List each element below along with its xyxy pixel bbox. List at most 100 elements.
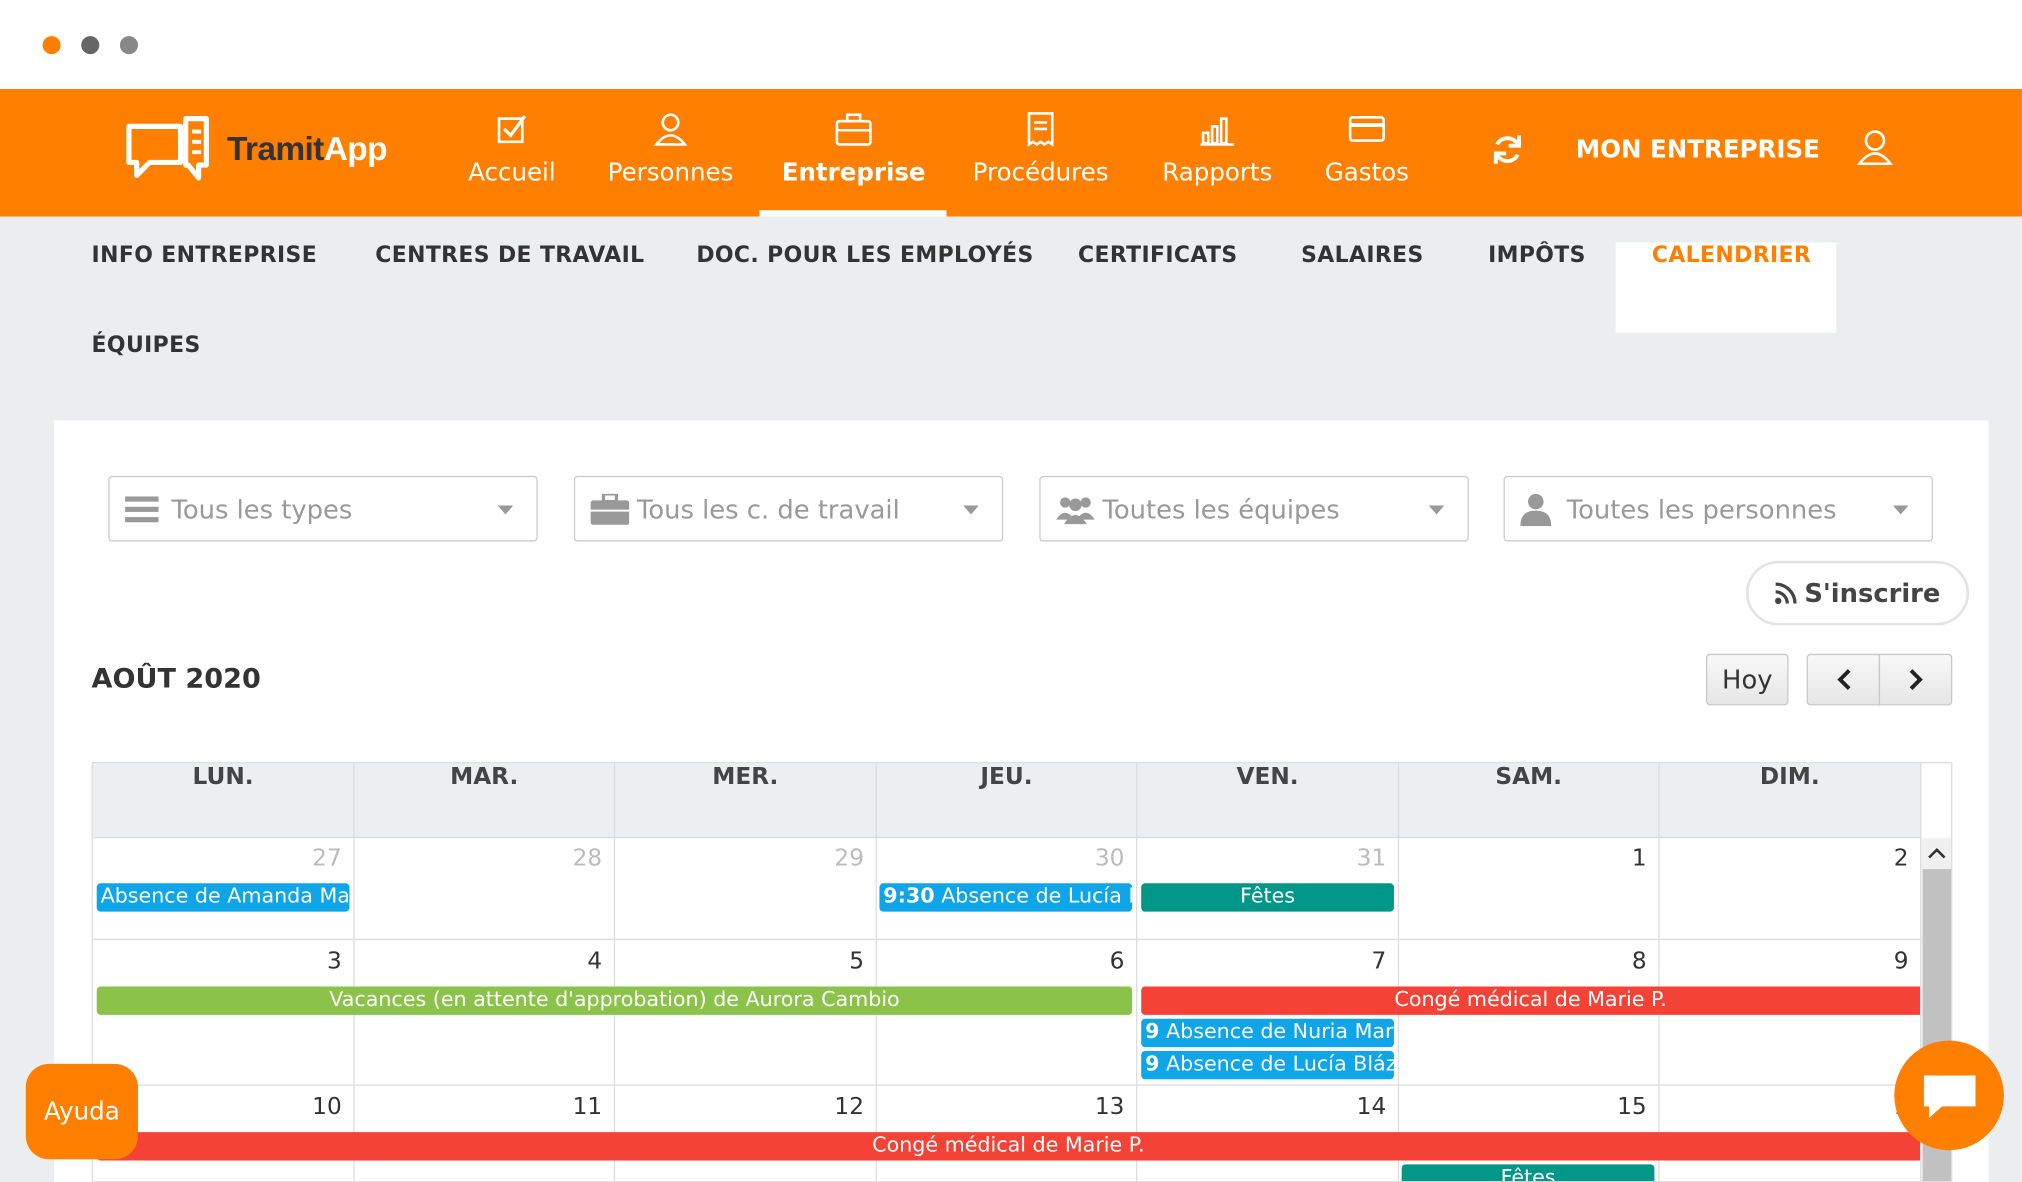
filter-value: Toutes les équipes	[1102, 493, 1340, 525]
type-filter-select[interactable]: Tous les types	[108, 475, 538, 542]
weekday-label: LUN.	[93, 763, 355, 839]
event-title: Absence de Nuria Marí	[1166, 1018, 1394, 1044]
day-number[interactable]: 1	[1569, 845, 1647, 872]
day-number[interactable]: 10	[264, 1093, 342, 1120]
refresh-icon[interactable]	[1489, 132, 1525, 173]
day-number[interactable]: 31	[1309, 845, 1387, 872]
day-number[interactable]: 9	[1831, 948, 1909, 975]
event-title: Congé médical de Marie P.	[1394, 986, 1667, 1011]
bar-chart-icon	[1199, 107, 1235, 151]
chevron-down-icon	[497, 505, 514, 515]
calendar-event[interactable]: 9 Absence de Nuria Marí	[1141, 1018, 1394, 1048]
brand-name: TramitApp	[227, 129, 388, 169]
nav-label: Personnes	[607, 158, 734, 187]
nav-gastos[interactable]: Gastos	[1315, 107, 1418, 217]
user-account-icon[interactable]	[1856, 128, 1893, 172]
chevron-down-icon	[1892, 505, 1909, 515]
weekday-header: LUN. MAR. MER. JEU. VEN. SAM. DIM.	[92, 763, 1922, 839]
month-calendar-grid: LUN. MAR. MER. JEU. VEN. SAM. DIM. 27 28…	[91, 762, 1953, 1182]
tab-salaires[interactable]: SALAIRES	[1301, 242, 1424, 332]
team-filter-select[interactable]: Toutes les équipes	[1039, 475, 1469, 542]
event-time: 9	[1145, 1018, 1160, 1044]
app-window: TramitApp Accueil Personnes Entreprise P…	[0, 0, 2022, 1182]
prev-month-button[interactable]	[1806, 653, 1881, 706]
chevron-right-icon	[1909, 669, 1923, 690]
chevron-down-icon	[963, 505, 979, 515]
nav-procedures[interactable]: Procédures	[963, 107, 1118, 217]
nav-label: Entreprise	[781, 158, 926, 187]
filter-value: Toutes les personnes	[1566, 493, 1837, 525]
nav-label: Procédures	[972, 158, 1109, 187]
person-icon	[1520, 492, 1559, 526]
grid-line	[1136, 838, 1138, 1182]
today-button[interactable]: Hoy	[1706, 653, 1789, 706]
day-number[interactable]: 13	[1047, 1093, 1125, 1120]
day-number[interactable]: 30	[1047, 845, 1125, 872]
tab-centres-de-travail[interactable]: CENTRES DE TRAVAIL	[375, 242, 644, 332]
tab-calendrier[interactable]: CALENDRIER	[1615, 242, 1837, 333]
nav-rapports[interactable]: Rapports	[1152, 107, 1284, 217]
subscribe-button[interactable]: S'inscrire	[1745, 560, 1970, 626]
window-dot-maximize[interactable]	[119, 36, 138, 55]
calendar-event[interactable]: Fêtes	[1401, 1164, 1655, 1182]
chat-icon	[1923, 1074, 1975, 1118]
weekday-label: MER.	[615, 763, 877, 839]
calendar-event[interactable]: Congé médical de Marie P.	[96, 1132, 1921, 1161]
day-number[interactable]: 6	[1047, 948, 1125, 975]
event-title: Absence de Lucía Bláz	[1166, 1050, 1394, 1076]
day-number[interactable]: 27	[264, 845, 342, 872]
group-icon	[1056, 492, 1095, 526]
day-number[interactable]: 28	[525, 845, 603, 872]
chevron-left-icon	[1836, 669, 1850, 690]
briefcase-icon	[590, 493, 630, 525]
day-number[interactable]: 11	[525, 1093, 603, 1120]
day-number[interactable]: 29	[787, 845, 864, 872]
event-title: Fêtes	[1500, 1164, 1556, 1182]
help-button[interactable]: Ayuda	[25, 1063, 138, 1160]
tab-info-entreprise[interactable]: INFO ENTREPRISE	[92, 242, 318, 332]
day-number[interactable]: 7	[1309, 948, 1386, 975]
subscribe-label: S'inscrire	[1804, 577, 1941, 609]
company-menu[interactable]: MON ENTREPRISE	[1576, 135, 1820, 163]
checkbox-icon	[495, 107, 529, 151]
nav-accueil[interactable]: Accueil	[454, 107, 570, 217]
grid-line	[92, 1084, 1922, 1086]
next-month-button[interactable]	[1878, 653, 1953, 706]
tab-certificats[interactable]: CERTIFICATS	[1078, 242, 1238, 332]
event-time: 9	[1145, 1050, 1160, 1076]
calendar-event[interactable]: Fêtes	[1141, 883, 1394, 912]
calendar-event[interactable]: Vacances (en attente d'approbation) de A…	[96, 986, 1133, 1015]
calendar-event[interactable]: 9:30 Absence de Lucía Bl	[879, 883, 1133, 912]
nav-personnes[interactable]: Personnes	[600, 107, 742, 217]
window-dot-minimize[interactable]	[81, 36, 100, 55]
grid-line	[92, 938, 1922, 941]
calendar-event[interactable]: 9 Absence de Lucía Bláz	[1141, 1050, 1394, 1080]
day-number[interactable]: 8	[1569, 948, 1647, 975]
tab-doc-employes[interactable]: DOC. POUR LES EMPLOYÉS	[696, 242, 1033, 332]
chevron-up-icon[interactable]	[1921, 841, 1952, 867]
day-number[interactable]: 2	[1831, 845, 1909, 872]
event-title: Absence de Lucía Bl	[941, 883, 1133, 908]
calendar-event[interactable]: Congé médical de Marie P.	[1141, 986, 1921, 1015]
briefcase-icon	[834, 107, 873, 151]
event-title: Fêtes	[1240, 883, 1296, 908]
day-number[interactable]: 4	[525, 948, 602, 975]
tab-impots[interactable]: IMPÔTS	[1488, 242, 1586, 332]
credit-card-icon	[1348, 107, 1387, 151]
person-filter-select[interactable]: Toutes les personnes	[1503, 475, 1933, 542]
workplace-filter-select[interactable]: Tous les c. de travail	[573, 475, 1004, 542]
day-number[interactable]: 3	[264, 948, 342, 975]
tab-equipes[interactable]: ÉQUIPES	[92, 333, 201, 423]
day-number[interactable]: 15	[1569, 1093, 1647, 1120]
day-number[interactable]: 12	[787, 1093, 864, 1120]
day-number[interactable]: 5	[787, 948, 864, 975]
calendar-event[interactable]: Absence de Amanda Ma	[96, 883, 350, 912]
event-title: Vacances (en attente d'approbation) de A…	[329, 986, 900, 1011]
brand-logo[interactable]: TramitApp	[124, 111, 395, 191]
nav-label: Rapports	[1162, 158, 1273, 187]
day-number[interactable]: 14	[1309, 1093, 1387, 1120]
filter-value: Tous les c. de travail	[637, 493, 900, 525]
window-dot-close[interactable]	[42, 36, 61, 55]
nav-entreprise[interactable]: Entreprise	[771, 107, 936, 217]
chat-launcher-button[interactable]	[1894, 1040, 2004, 1151]
